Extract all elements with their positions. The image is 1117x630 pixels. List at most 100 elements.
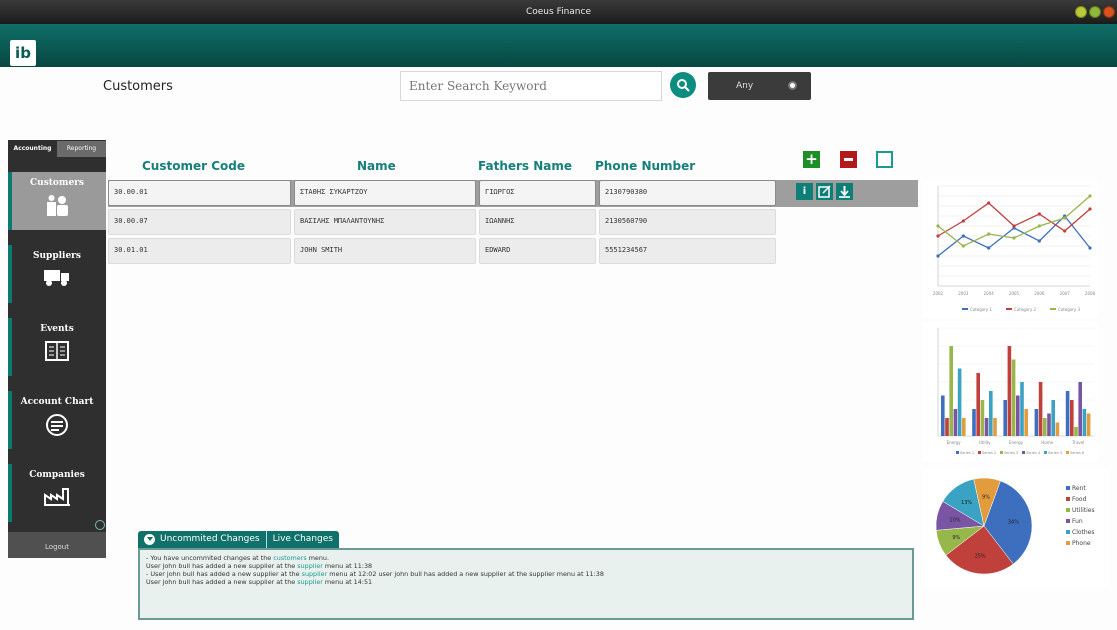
- cell-name[interactable]: ΒΑΣΙΛΗΣ ΜΠΑΛΑΝΤΟΥΝΗΣ: [294, 209, 476, 235]
- data-point: [987, 246, 991, 250]
- table-row[interactable]: 30.00.07 ΒΑΣΙΛΗΣ ΜΠΑΛΑΝΤΟΥΝΗΣ ΙΩΑΝΝΗΣ 21…: [108, 209, 776, 236]
- legend-label: Series 3: [1004, 451, 1018, 455]
- download-button[interactable]: [836, 183, 853, 200]
- search-button[interactable]: [670, 72, 696, 98]
- tab-uncommited-changes[interactable]: Uncommited Changes: [138, 531, 267, 548]
- data-point: [936, 234, 940, 238]
- cell-customer-code[interactable]: 30.00.01: [108, 180, 291, 206]
- cell-customer-code[interactable]: 30.00.07: [108, 209, 291, 235]
- bar: [1020, 382, 1024, 436]
- legend-label: Series 2: [982, 451, 996, 455]
- sidebar-item-label: Suppliers: [32, 251, 81, 261]
- table-row[interactable]: 30.01.01 JOHN SMITH EDWARD 5551234567: [108, 238, 776, 265]
- pie-label: 9%: [982, 494, 990, 500]
- bar: [1051, 400, 1055, 436]
- log-text: - You have uncommited changes at the: [146, 554, 274, 562]
- bar: [1007, 346, 1012, 436]
- x-tick-label: Home: [1041, 440, 1053, 445]
- filter-toggle[interactable]: Any: [708, 72, 811, 100]
- cell-customer-code[interactable]: 30.01.01: [108, 238, 291, 264]
- data-point: [1012, 224, 1016, 228]
- bar: [1086, 413, 1091, 436]
- app-logo[interactable]: ib: [10, 40, 36, 66]
- minimize-button[interactable]: [1075, 6, 1087, 18]
- sidebar-item-suppliers[interactable]: Suppliers: [8, 245, 106, 303]
- sidebar-item-customers[interactable]: Customers: [8, 172, 106, 230]
- x-tick-label: 2006: [1034, 291, 1045, 296]
- pie-label: 10%: [949, 517, 960, 523]
- bar: [980, 400, 985, 436]
- delete-customer-button[interactable]: [840, 151, 857, 168]
- bar: [1074, 427, 1078, 436]
- filter-label: Any: [736, 81, 754, 91]
- cell-name[interactable]: JOHN SMITH: [294, 238, 476, 264]
- sidebar-item-label: Events: [40, 324, 74, 334]
- legend-swatch: [1066, 497, 1070, 501]
- sidebar-item-account-chart[interactable]: Account Chart: [8, 391, 106, 449]
- cell-phone-number[interactable]: 5551234567: [599, 238, 776, 264]
- bar: [993, 418, 997, 436]
- sidebar-collapse-icon[interactable]: [95, 520, 105, 530]
- close-button[interactable]: [1103, 6, 1115, 18]
- bar: [976, 373, 980, 436]
- cell-fathers-name[interactable]: ΙΩΑΝΝΗΣ: [479, 209, 596, 235]
- bar: [1038, 382, 1043, 436]
- log-text: - User john bull has added a new supplie…: [146, 570, 302, 578]
- cell-name[interactable]: ΣΤΑΘΗΣ ΣΥΚΑΡΤΖΟΥ: [294, 180, 476, 206]
- item-accent: [8, 464, 12, 522]
- cell-fathers-name[interactable]: ΓΙΩΡΓΟΣ: [479, 180, 596, 206]
- log-link[interactable]: supplier: [297, 578, 323, 586]
- window-titlebar: Coeus Finance: [0, 0, 1117, 24]
- log-link[interactable]: supplier: [302, 570, 328, 578]
- column-header-fathers-name[interactable]: Fathers Name: [478, 159, 572, 173]
- maximize-button[interactable]: [1089, 6, 1101, 18]
- bar: [941, 395, 945, 436]
- add-customer-button[interactable]: +: [803, 151, 820, 168]
- column-header-customer-code[interactable]: Customer Code: [142, 159, 245, 173]
- bar: [1065, 391, 1070, 436]
- sidebar-item-companies[interactable]: Companies: [8, 464, 106, 522]
- legend-swatch: [1006, 308, 1012, 310]
- log-text: User john bull has added a new supplier …: [146, 578, 298, 586]
- data-point: [1012, 236, 1016, 240]
- sidebar-item-label: Customers: [30, 178, 84, 188]
- legend-label: Series 1: [960, 451, 974, 455]
- tab-reporting[interactable]: Reporting: [57, 141, 106, 157]
- legend-label: Food: [1072, 496, 1087, 503]
- tab-live-changes[interactable]: Live Changes: [267, 531, 339, 548]
- pie-label: 13%: [961, 500, 972, 506]
- bar-chart: Energy Utility Energy Home Travel Series 1 Ser…: [922, 322, 1098, 462]
- log-text: menu at 12:02 user john bull has added a…: [327, 570, 604, 578]
- bar: [1016, 395, 1020, 436]
- info-button[interactable]: i: [796, 183, 813, 200]
- column-header-name[interactable]: Name: [357, 159, 396, 173]
- open-row-button[interactable]: [816, 183, 833, 200]
- search-input[interactable]: [400, 71, 662, 101]
- legend-label: Category 2: [1014, 307, 1037, 312]
- tab-accounting[interactable]: Accounting: [8, 141, 57, 157]
- collapse-changes-icon[interactable]: [144, 534, 155, 545]
- cell-phone-number[interactable]: 2130790380: [599, 180, 776, 206]
- log-line: - You have uncommited changes at the cus…: [146, 554, 906, 562]
- item-accent: [8, 391, 12, 449]
- log-link[interactable]: customers: [273, 554, 306, 562]
- download-icon: [839, 186, 850, 198]
- legend-label: Series 5: [1048, 451, 1062, 455]
- cell-phone-number[interactable]: 2130560790: [599, 209, 776, 235]
- x-tick-label: Energy: [947, 440, 962, 445]
- bar: [989, 391, 993, 436]
- window-title: Coeus Finance: [525, 7, 591, 17]
- log-link[interactable]: supplier: [297, 562, 323, 570]
- logout-button[interactable]: Logout: [8, 532, 106, 558]
- legend-swatch: [1066, 508, 1070, 512]
- bar: [1055, 422, 1060, 436]
- data-point: [961, 219, 965, 223]
- edit-customer-button[interactable]: [876, 151, 893, 168]
- cell-fathers-name[interactable]: EDWARD: [479, 238, 596, 264]
- column-header-phone-number[interactable]: Phone Number: [595, 159, 695, 173]
- data-point: [961, 234, 965, 238]
- legend-swatch: [1044, 451, 1047, 454]
- sidebar-item-events[interactable]: Events: [8, 318, 106, 376]
- data-point: [936, 224, 940, 228]
- table-row[interactable]: 30.00.01 ΣΤΑΘΗΣ ΣΥΚΑΡΤΖΟΥ ΓΙΩΡΓΟΣ 213079…: [108, 180, 776, 207]
